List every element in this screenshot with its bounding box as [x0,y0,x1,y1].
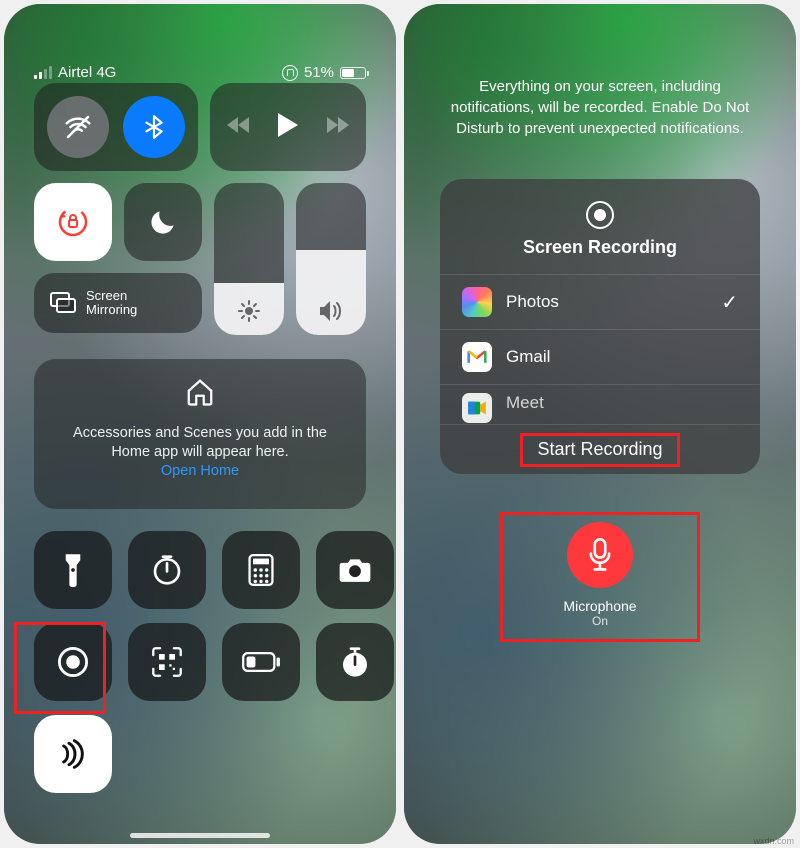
annotation-highlight-mic [500,512,700,642]
do-not-disturb-toggle[interactable] [124,183,202,261]
signal-icon [34,66,52,79]
nfc-icon [57,738,89,770]
battery-percent: 51% [304,64,334,81]
calculator-button[interactable] [222,531,300,609]
screen-mirroring-label: Screen Mirroring [86,289,137,318]
screen-mirroring-button[interactable]: Screen Mirroring [34,273,202,333]
annotation-highlight-start [520,433,680,467]
brightness-slider[interactable] [214,183,284,335]
wifi-toggle[interactable] [47,96,109,158]
moon-icon [147,206,179,238]
timer-icon [151,554,183,586]
open-home-link[interactable]: Open Home [161,463,239,479]
flashlight-button[interactable] [34,531,112,609]
meet-app-icon [462,393,492,423]
next-track-button[interactable] [325,115,349,140]
control-center-panel: Airtel 4G 51% [4,4,396,844]
flashlight-icon [60,553,86,587]
rotation-lock-icon [55,204,91,240]
battery-icon [340,67,366,79]
home-indicator[interactable] [130,833,270,838]
screen-recording-sheet: Screen Recording Photos ✓ Gmail [440,179,760,474]
volume-slider[interactable] [296,183,366,335]
screen-record-button[interactable] [34,623,112,701]
stopwatch-icon [339,646,371,678]
recording-info-text: Everything on your screen, including not… [420,4,780,139]
app-option-gmail[interactable]: Gmail [440,329,760,384]
checkmark-icon: ✓ [721,290,738,315]
wifi-off-icon [63,112,93,142]
orientation-lock-toggle[interactable] [34,183,112,261]
bluetooth-toggle[interactable] [123,96,185,158]
qr-icon [151,646,183,678]
screen-recording-panel: Everything on your screen, including not… [404,4,796,844]
low-power-button[interactable] [222,623,300,701]
gmail-app-icon [462,342,492,372]
calculator-icon [248,554,274,586]
photos-app-icon [462,287,492,317]
media-controls-pod[interactable] [210,83,366,171]
screen-mirroring-icon [50,292,76,314]
sheet-title: Screen Recording [440,237,760,258]
record-icon [586,201,614,229]
home-accessories-card[interactable]: Accessories and Scenes you add in the Ho… [34,359,366,509]
carrier-label: Airtel 4G [58,64,116,81]
home-icon [185,377,215,407]
volume-icon [296,299,366,323]
app-label: Photos [506,292,559,312]
timer-button[interactable] [128,531,206,609]
app-option-meet[interactable]: Meet [440,384,760,424]
home-card-text: Accessories and Scenes you add in the Ho… [54,424,346,462]
app-label: Meet [506,393,544,413]
app-option-photos[interactable]: Photos ✓ [440,274,760,329]
record-icon [56,645,90,679]
play-button[interactable] [277,113,299,142]
bluetooth-icon [141,114,167,140]
app-label: Gmail [506,347,550,367]
connectivity-pod[interactable] [34,83,198,171]
battery-low-icon [242,652,280,672]
status-bar: Airtel 4G 51% [20,4,380,91]
camera-button[interactable] [316,531,394,609]
orientation-lock-status-icon [282,65,298,81]
nfc-shortcut-button[interactable] [34,715,112,793]
qr-scanner-button[interactable] [128,623,206,701]
stopwatch-button[interactable] [316,623,394,701]
prev-track-button[interactable] [227,115,251,140]
camera-icon [338,557,372,583]
brightness-icon [214,299,284,323]
watermark: wxdn.com [753,836,794,846]
